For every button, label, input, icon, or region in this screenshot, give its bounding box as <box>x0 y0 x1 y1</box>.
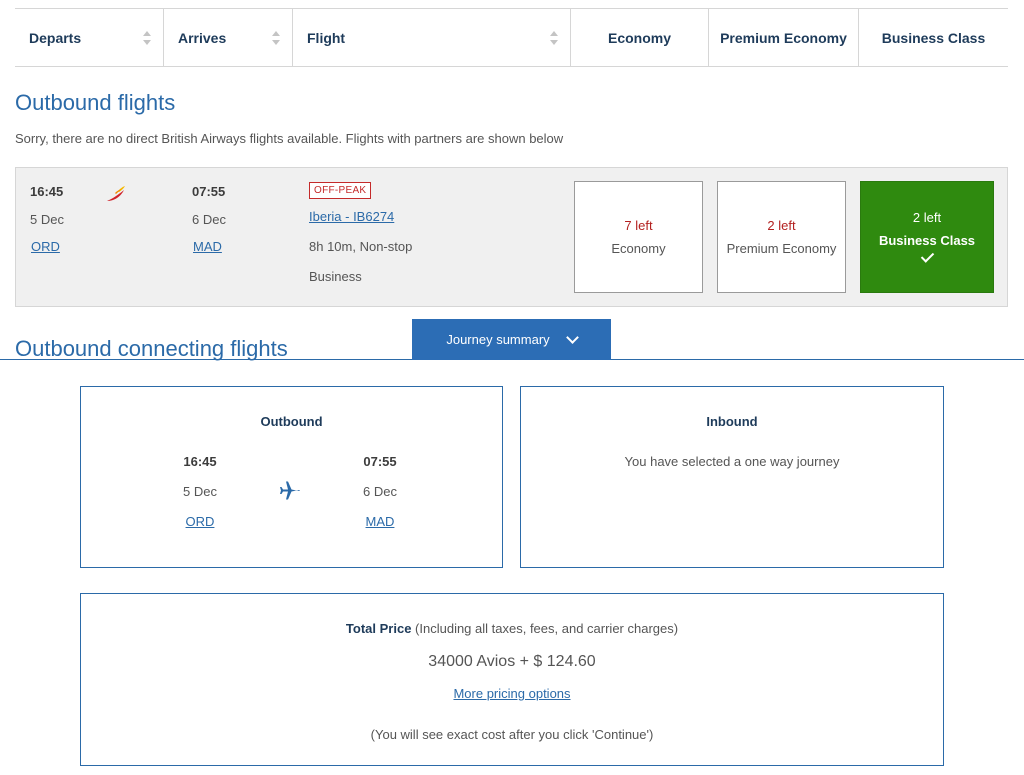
fare-name: Premium Economy <box>726 241 837 256</box>
total-price-panel: Total Price (Including all taxes, fees, … <box>80 593 944 766</box>
summary-depart-time: 16:45 <box>183 454 217 469</box>
depart-date: 5 Dec <box>30 212 64 227</box>
off-peak-badge: OFF-PEAK <box>309 182 372 199</box>
seats-left: 2 left <box>767 218 796 233</box>
total-price-heading: Total Price (Including all taxes, fees, … <box>81 621 943 636</box>
summary-depart-airport-link[interactable]: ORD <box>170 514 230 529</box>
business-class-header: Business Class <box>859 9 1008 66</box>
flight-duration: 8h 10m, Non-stop <box>309 239 413 254</box>
outbound-summary-title: Outbound <box>260 414 323 429</box>
outbound-summary-panel: Outbound 16:45 5 Dec ORD 07:55 6 Dec MAD <box>80 386 503 568</box>
chevron-down-icon <box>565 330 579 344</box>
inbound-summary-title: Inbound <box>706 414 758 429</box>
fare-name: Business Class <box>878 233 976 248</box>
flight-cabin: Business <box>309 269 362 284</box>
inbound-summary-panel: Inbound You have selected a one way jour… <box>520 386 944 568</box>
sort-icon <box>550 31 558 45</box>
sort-icon <box>143 31 151 45</box>
checkmark-icon <box>920 250 934 264</box>
sort-flight[interactable]: Flight <box>293 9 571 66</box>
summary-arrive-airport-link[interactable]: MAD <box>350 514 410 529</box>
results-header: Departs Arrives Flight Economy Premium E… <box>15 8 1008 67</box>
arrive-airport-link[interactable]: MAD <box>193 239 222 254</box>
sort-departs[interactable]: Departs <box>15 9 164 66</box>
fare-name: Economy <box>611 241 666 256</box>
summary-depart-date: 5 Dec <box>183 484 217 499</box>
total-price-amount: 34000 Avios + $ 124.60 <box>428 653 596 670</box>
economy-header-label: Economy <box>607 29 671 46</box>
one-way-message: You have selected a one way journey <box>624 454 840 469</box>
sort-icon <box>272 31 280 45</box>
flight-result-row: 16:45 5 Dec ORD 07:55 6 Dec MAD OFF-PEAK… <box>15 167 1008 307</box>
total-price-label: Total Price <box>345 621 412 636</box>
arrive-date: 6 Dec <box>192 212 226 227</box>
flight-header-label: Flight <box>307 29 346 46</box>
arrives-header-label: Arrives <box>178 29 227 46</box>
premium-economy-fare-button[interactable]: 2 left Premium Economy <box>717 181 846 293</box>
seats-left: 2 left <box>912 210 942 225</box>
total-price-note: (Including all taxes, fees, and carrier … <box>411 621 679 636</box>
economy-fare-button[interactable]: 7 left Economy <box>574 181 703 293</box>
departs-header-label: Departs <box>29 29 82 46</box>
business-class-header-label: Business Class <box>881 29 986 46</box>
seats-left: 7 left <box>624 218 653 233</box>
premium-economy-header: Premium Economy <box>709 9 859 66</box>
depart-time: 16:45 <box>30 184 64 199</box>
depart-airport-link[interactable]: ORD <box>31 239 60 254</box>
business-class-fare-button[interactable]: 2 left Business Class <box>860 181 994 293</box>
more-pricing-options-link[interactable]: More pricing options <box>453 686 570 701</box>
summary-arrive-date: 6 Dec <box>363 484 397 499</box>
price-disclaimer: (You will see exact cost after you click… <box>370 727 654 742</box>
flight-number-link[interactable]: Iberia - IB6274 <box>309 209 394 224</box>
airplane-icon <box>280 481 300 500</box>
premium-economy-header-label: Premium Economy <box>720 29 847 46</box>
iberia-logo-icon <box>107 186 125 201</box>
no-direct-flights-notice: Sorry, there are no direct British Airwa… <box>15 131 564 146</box>
journey-summary-label: Journey summary <box>446 332 550 347</box>
sort-arrives[interactable]: Arrives <box>164 9 293 66</box>
economy-header: Economy <box>571 9 709 66</box>
outbound-flights-title: Outbound flights <box>15 90 176 115</box>
arrive-time: 07:55 <box>192 184 226 199</box>
journey-summary-toggle[interactable]: Journey summary <box>412 319 611 360</box>
summary-arrive-time: 07:55 <box>363 454 397 469</box>
